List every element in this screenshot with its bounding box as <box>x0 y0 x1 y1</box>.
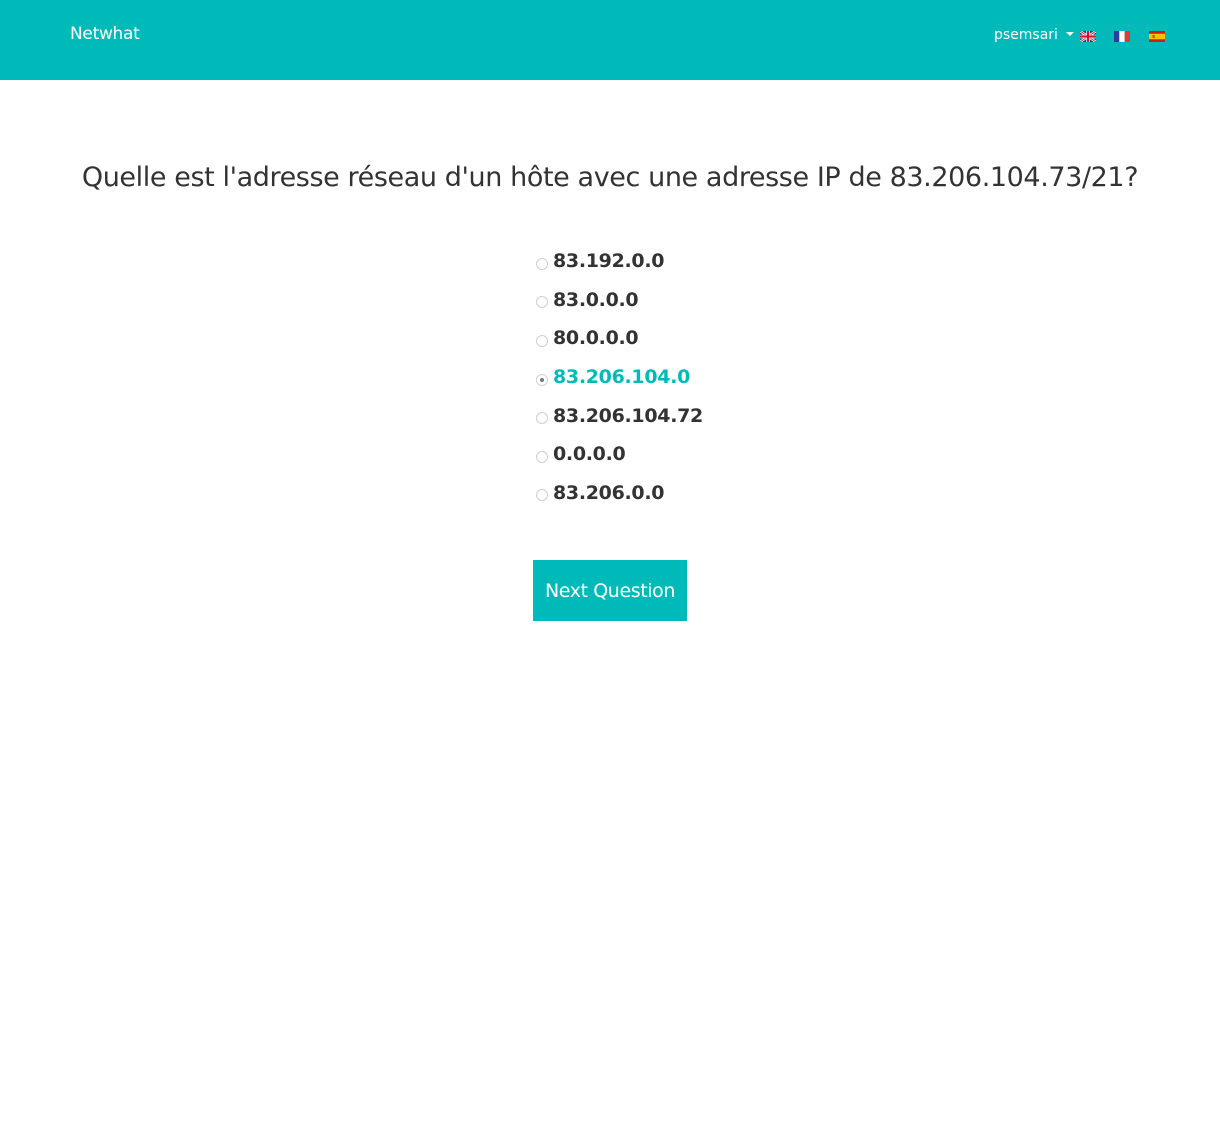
radio-button[interactable] <box>536 334 548 347</box>
radio-button[interactable] <box>536 489 548 502</box>
radio-button[interactable] <box>536 373 548 386</box>
answer-label: 83.192.0.0 <box>553 250 665 273</box>
flag-es-icon[interactable] <box>1149 31 1165 42</box>
answer-label: 83.206.0.0 <box>553 481 665 504</box>
answer-label: 0.0.0.0 <box>553 443 626 466</box>
radio-button[interactable] <box>536 412 548 425</box>
username-label: psemsari <box>994 27 1058 43</box>
answer-option[interactable]: 83.206.0.0 <box>535 474 703 513</box>
user-dropdown[interactable]: psemsari <box>994 27 1074 43</box>
question-text: Quelle est l'adresse réseau d'un hôte av… <box>81 162 1139 193</box>
next-question-button[interactable]: Next Question <box>533 560 687 621</box>
answer-option[interactable]: 83.206.104.72 <box>535 396 703 435</box>
answer-option[interactable]: 83.192.0.0 <box>535 242 703 281</box>
answer-option[interactable]: 83.206.104.0 <box>535 358 703 397</box>
answer-option[interactable]: 83.0.0.0 <box>535 281 703 320</box>
answer-label: 83.0.0.0 <box>553 288 639 311</box>
radio-button[interactable] <box>536 450 548 463</box>
radio-button[interactable] <box>536 296 548 309</box>
answer-label: 80.0.0.0 <box>553 327 639 350</box>
answer-list: 83.192.0.0 83.0.0.0 80.0.0.0 83.206.104.0 83… <box>535 242 703 512</box>
radio-button[interactable] <box>536 257 548 270</box>
answer-label: 83.206.104.0 <box>553 366 691 389</box>
answer-label: 83.206.104.72 <box>553 404 703 427</box>
answer-option[interactable]: 80.0.0.0 <box>535 319 703 358</box>
answer-option[interactable]: 0.0.0.0 <box>535 435 703 474</box>
flag-uk-icon[interactable] <box>1080 31 1096 42</box>
navbar: Netwhat psemsari <box>0 0 1220 80</box>
caret-down-icon <box>1065 32 1074 36</box>
flag-fr-icon[interactable] <box>1114 31 1130 42</box>
brand-link[interactable]: Netwhat <box>70 24 140 44</box>
